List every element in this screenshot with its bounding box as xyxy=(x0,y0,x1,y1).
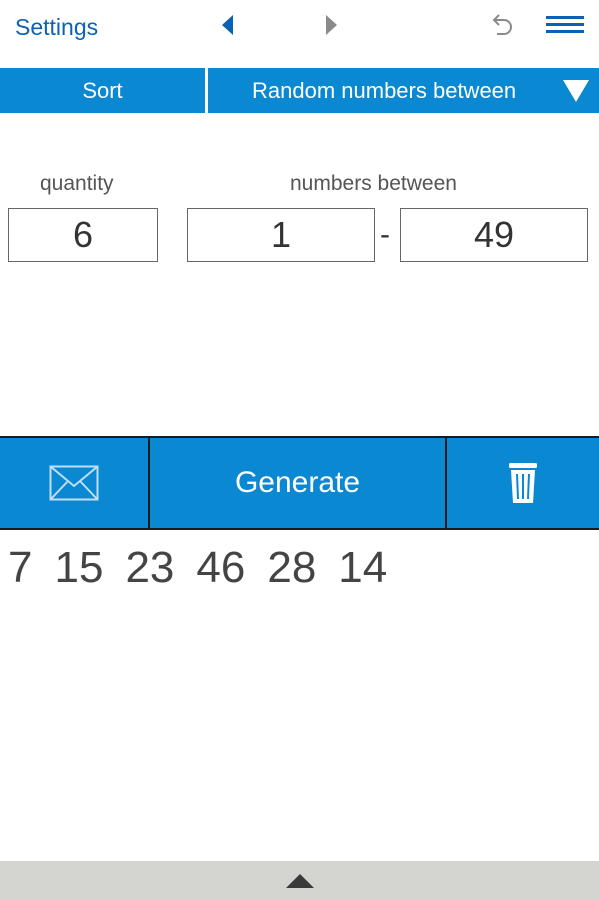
sort-button[interactable]: Sort xyxy=(0,68,205,113)
app-root: Settings Sort Random numbers between qua… xyxy=(0,0,599,900)
mode-dropdown-label: Random numbers between xyxy=(252,78,517,103)
action-bar: Generate xyxy=(0,436,599,530)
result-number: 28 xyxy=(267,543,317,592)
quantity-input[interactable]: 6 xyxy=(8,208,158,262)
trash-can-icon xyxy=(509,463,537,503)
clear-button[interactable] xyxy=(447,438,599,528)
email-button[interactable] xyxy=(0,438,148,528)
result-number: 46 xyxy=(196,543,246,592)
triangle-down-icon xyxy=(563,80,589,102)
mode-dropdown[interactable]: Random numbers between xyxy=(208,68,599,113)
hamburger-menu-icon xyxy=(546,16,584,33)
generate-button[interactable]: Generate xyxy=(150,438,445,528)
next-button[interactable] xyxy=(316,12,346,38)
result-number: 15 xyxy=(54,543,104,592)
menu-button[interactable] xyxy=(545,14,585,36)
range-max-input[interactable]: 49 xyxy=(400,208,588,262)
top-nav-bar: Settings xyxy=(0,0,599,66)
numbers-between-label: numbers between xyxy=(290,172,457,195)
quantity-label: quantity xyxy=(40,172,114,195)
settings-button[interactable]: Settings xyxy=(15,14,98,41)
result-number: 7 xyxy=(8,543,33,592)
range-separator: - xyxy=(380,218,390,251)
mode-bar: Sort Random numbers between xyxy=(0,68,599,113)
triangle-left-icon xyxy=(222,15,233,35)
undo-button[interactable] xyxy=(486,10,516,40)
envelope-icon xyxy=(49,465,99,501)
triangle-right-icon xyxy=(326,15,337,35)
bottom-expand-bar[interactable] xyxy=(0,861,599,900)
result-number: 14 xyxy=(338,543,388,592)
result-number: 23 xyxy=(125,543,175,592)
range-min-input[interactable]: 1 xyxy=(187,208,375,262)
results-list: 7 15 23 46 28 14 xyxy=(8,543,387,593)
previous-button[interactable] xyxy=(213,12,243,38)
undo-icon xyxy=(492,14,512,35)
triangle-up-icon xyxy=(285,873,314,888)
